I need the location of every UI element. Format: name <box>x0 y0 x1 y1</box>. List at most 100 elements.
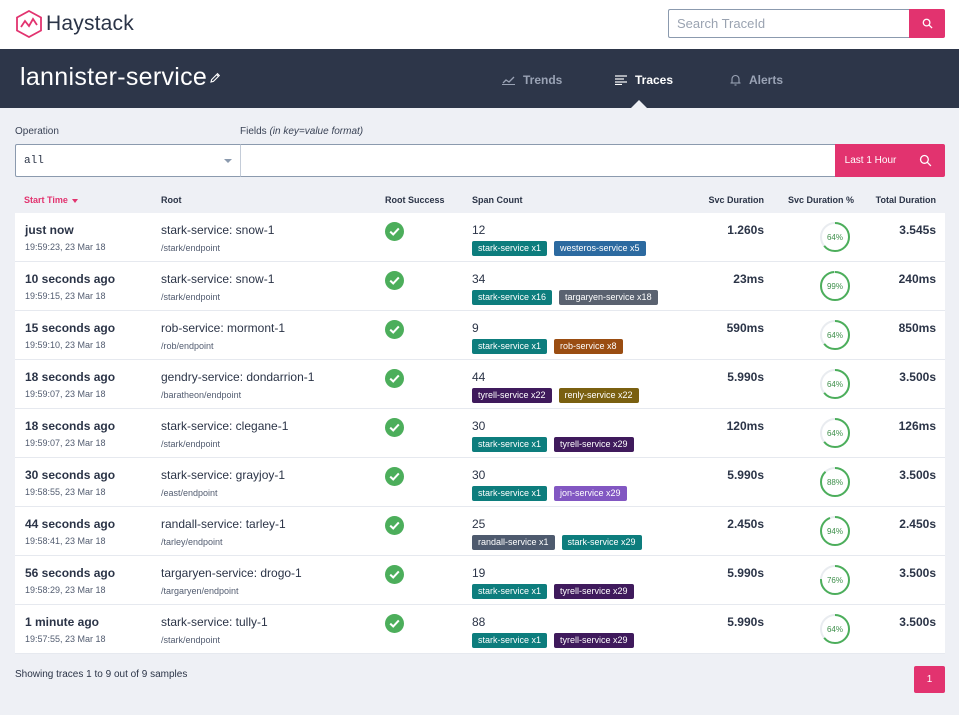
svc-duration-pct-label: 64% <box>827 429 843 438</box>
start-time-relative: 18 seconds ago <box>25 419 116 433</box>
svc-duration-pct-label: 64% <box>827 233 843 242</box>
span-count: 12 <box>472 223 486 237</box>
span-count: 88 <box>472 615 486 629</box>
start-time-relative: 10 seconds ago <box>25 272 116 286</box>
svc-duration: 590ms <box>726 321 764 335</box>
start-time-absolute: 19:57:55, 23 Mar 18 <box>25 634 106 644</box>
span-count: 30 <box>472 419 486 433</box>
svc-duration-gauge: 99% <box>820 271 850 301</box>
root-url: /baratheon/endpoint <box>161 390 242 400</box>
col-start-time[interactable]: Start Time <box>24 195 78 205</box>
service-badge: rob-service x8 <box>554 339 623 354</box>
success-check-icon <box>385 467 404 486</box>
page-1-button[interactable]: 1 <box>914 666 945 693</box>
pencil-icon[interactable] <box>209 72 221 84</box>
svc-duration-gauge: 64% <box>820 320 850 350</box>
search-button[interactable] <box>909 9 945 38</box>
haystack-logo[interactable]: Haystack <box>16 10 134 38</box>
tab-alerts[interactable]: Alerts <box>730 73 783 87</box>
service-badge: stark-service x1 <box>472 633 548 648</box>
table-row[interactable]: 56 seconds ago 19:58:29, 23 Mar 18 targa… <box>15 556 945 605</box>
search-icon <box>919 154 932 167</box>
table-row[interactable]: 18 seconds ago 19:59:07, 23 Mar 18 stark… <box>15 409 945 458</box>
table-row[interactable]: 30 seconds ago 19:58:55, 23 Mar 18 stark… <box>15 458 945 507</box>
col-root-success[interactable]: Root Success <box>385 195 445 205</box>
table-row[interactable]: 10 seconds ago 19:59:15, 23 Mar 18 stark… <box>15 262 945 311</box>
fields-query-input[interactable] <box>240 144 836 177</box>
service-badge: tyrell-service x29 <box>554 633 634 648</box>
start-time-relative: 56 seconds ago <box>25 566 116 580</box>
search-traceid-input[interactable] <box>668 9 909 38</box>
start-time-relative: 44 seconds ago <box>25 517 116 531</box>
total-duration: 3.500s <box>899 370 936 384</box>
col-svc-duration[interactable]: Svc Duration <box>708 195 764 205</box>
col-svc-duration-pct[interactable]: Svc Duration % <box>788 195 854 205</box>
root-operation: stark-service: snow-1 <box>161 272 275 286</box>
sort-desc-icon <box>71 198 78 203</box>
col-total-duration[interactable]: Total Duration <box>876 195 936 205</box>
root-operation: stark-service: tully-1 <box>161 615 268 629</box>
tab-traces[interactable]: Traces <box>615 73 673 87</box>
service-header: lannister-service Trends Traces Alerts <box>0 49 959 108</box>
table-row[interactable]: 18 seconds ago 19:59:07, 23 Mar 18 gendr… <box>15 360 945 409</box>
total-duration: 126ms <box>898 419 936 433</box>
service-badges: stark-service x1 rob-service x8 <box>472 339 630 354</box>
root-url: /east/endpoint <box>161 488 218 498</box>
span-count: 19 <box>472 566 486 580</box>
success-check-icon <box>385 418 404 437</box>
tab-alerts-label: Alerts <box>749 73 784 87</box>
svc-duration: 120ms <box>726 419 764 433</box>
search-icon <box>922 18 933 29</box>
svc-duration: 2.450s <box>727 517 764 531</box>
service-badge: stark-service x1 <box>472 486 548 501</box>
col-span-count[interactable]: Span Count <box>472 195 523 205</box>
query-search-button[interactable] <box>906 144 945 177</box>
root-operation: rob-service: mormont-1 <box>161 321 286 335</box>
time-range-button[interactable]: Last 1 Hour <box>835 144 907 177</box>
root-url: /targaryen/endpoint <box>161 586 239 596</box>
fields-label: Fields (in key=value format) <box>240 126 363 137</box>
table-row[interactable]: just now 19:59:23, 23 Mar 18 stark-servi… <box>15 213 945 262</box>
service-badge: stark-service x1 <box>472 241 548 256</box>
start-time-relative: just now <box>25 223 74 237</box>
root-url: /tarley/endpoint <box>161 537 223 547</box>
table-row[interactable]: 44 seconds ago 19:58:41, 23 Mar 18 randa… <box>15 507 945 556</box>
service-badge: jon-service x29 <box>554 486 627 501</box>
root-operation: stark-service: grayjoy-1 <box>161 468 286 482</box>
trends-icon <box>502 76 515 85</box>
root-url: /stark/endpoint <box>161 439 221 449</box>
tab-trends[interactable]: Trends <box>502 73 562 87</box>
fields-hint: (in key=value format) <box>269 126 364 137</box>
start-time-absolute: 19:59:07, 23 Mar 18 <box>25 389 106 399</box>
total-duration: 3.500s <box>899 615 936 629</box>
svc-duration-pct-label: 88% <box>827 478 843 487</box>
span-count: 44 <box>472 370 486 384</box>
haystack-logo-icon <box>16 10 42 38</box>
service-badge: tyrell-service x22 <box>472 388 552 403</box>
root-operation: stark-service: snow-1 <box>161 223 275 237</box>
start-time-absolute: 19:59:23, 23 Mar 18 <box>25 242 106 252</box>
service-badges: randall-service x1 stark-service x29 <box>472 535 649 550</box>
root-operation: targaryen-service: drogo-1 <box>161 566 302 580</box>
svc-duration-gauge: 94% <box>820 516 850 546</box>
service-badge: randall-service x1 <box>472 535 555 550</box>
trace-search <box>668 9 945 38</box>
chevron-down-icon <box>224 159 232 163</box>
service-badge: stark-service x1 <box>472 584 548 599</box>
table-row[interactable]: 15 seconds ago 19:59:10, 23 Mar 18 rob-s… <box>15 311 945 360</box>
start-time-absolute: 19:58:41, 23 Mar 18 <box>25 536 106 546</box>
svc-duration-gauge: 64% <box>820 369 850 399</box>
root-url: /stark/endpoint <box>161 292 221 302</box>
svc-duration: 5.990s <box>727 615 764 629</box>
operation-select[interactable]: all <box>15 144 241 177</box>
table-row[interactable]: 1 minute ago 19:57:55, 23 Mar 18 stark-s… <box>15 605 945 654</box>
svc-duration-gauge: 64% <box>820 222 850 252</box>
tab-traces-label: Traces <box>635 73 674 87</box>
start-time-relative: 18 seconds ago <box>25 370 116 384</box>
service-badge: stark-service x16 <box>472 290 553 305</box>
col-root[interactable]: Root <box>161 195 182 205</box>
root-url: /rob/endpoint <box>161 341 214 351</box>
svc-duration-pct-label: 64% <box>827 625 843 634</box>
svc-duration: 5.990s <box>727 566 764 580</box>
success-check-icon <box>385 271 404 290</box>
